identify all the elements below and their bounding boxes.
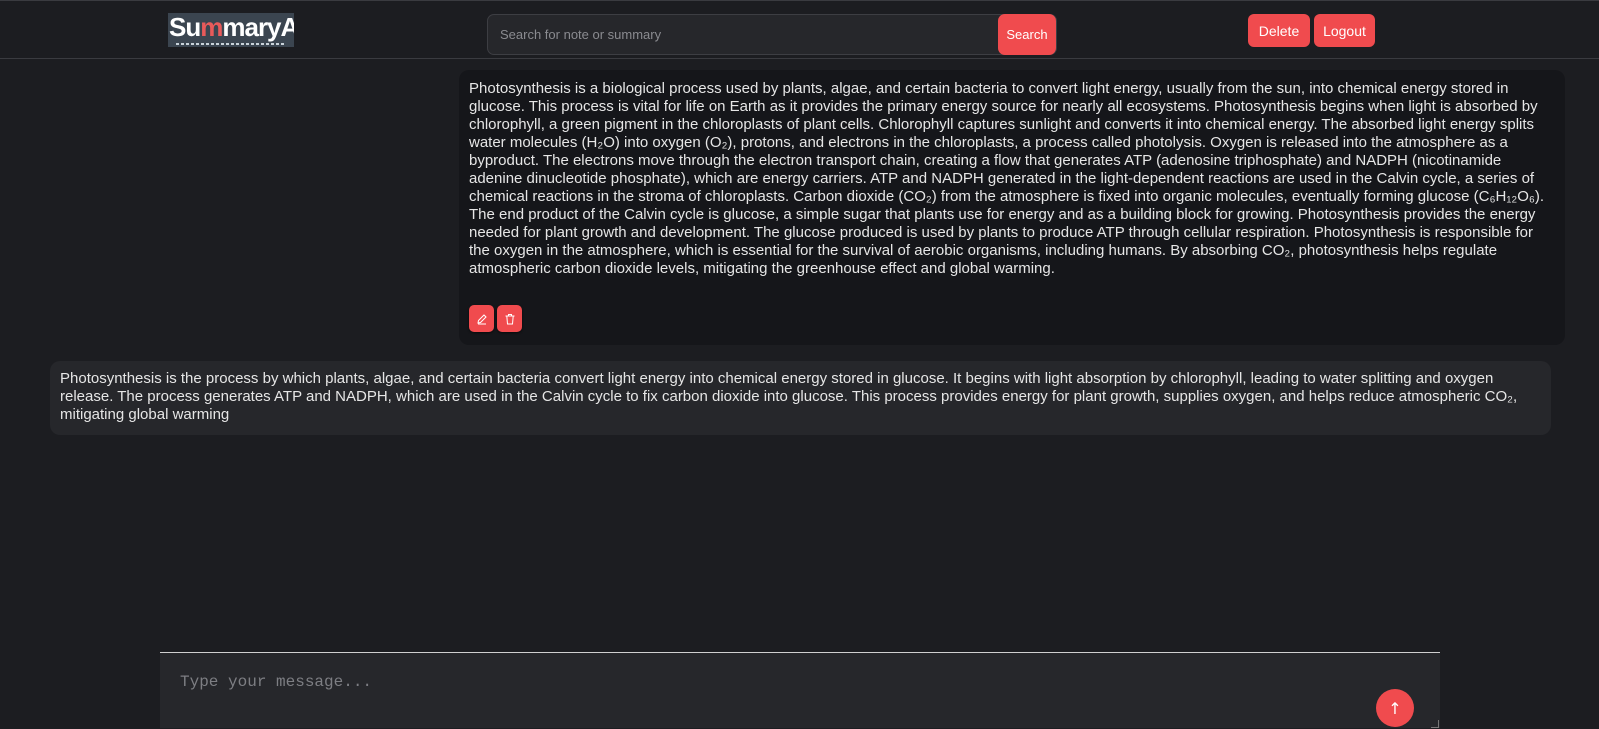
message-input[interactable] (160, 653, 1360, 729)
user-message: Photosynthesis is a biological process u… (459, 70, 1565, 345)
edit-icon (476, 313, 487, 324)
search-button[interactable]: Search (998, 14, 1056, 55)
logo-tagline (176, 43, 286, 45)
trash-icon (505, 313, 514, 324)
send-button[interactable]: ↑ (1376, 689, 1414, 727)
logout-button[interactable]: Logout (1314, 14, 1375, 47)
message-composer (160, 652, 1440, 729)
summary-message-text: Photosynthesis is the process by which p… (60, 370, 1518, 423)
top-navbar: SummaryAi Search Delete Logout (0, 0, 1599, 59)
delete-button[interactable]: Delete (1248, 14, 1310, 47)
resize-handle[interactable] (1431, 720, 1439, 728)
edit-message-button[interactable] (469, 305, 494, 332)
search-box (487, 14, 1057, 55)
delete-message-button[interactable] (497, 305, 522, 332)
search-input[interactable] (488, 15, 1000, 54)
summary-message: Photosynthesis is the process by which p… (50, 361, 1551, 435)
message-actions (469, 305, 522, 332)
app-logo[interactable]: SummaryAi (168, 13, 294, 47)
user-message-text: Photosynthesis is a biological process u… (469, 80, 1545, 277)
